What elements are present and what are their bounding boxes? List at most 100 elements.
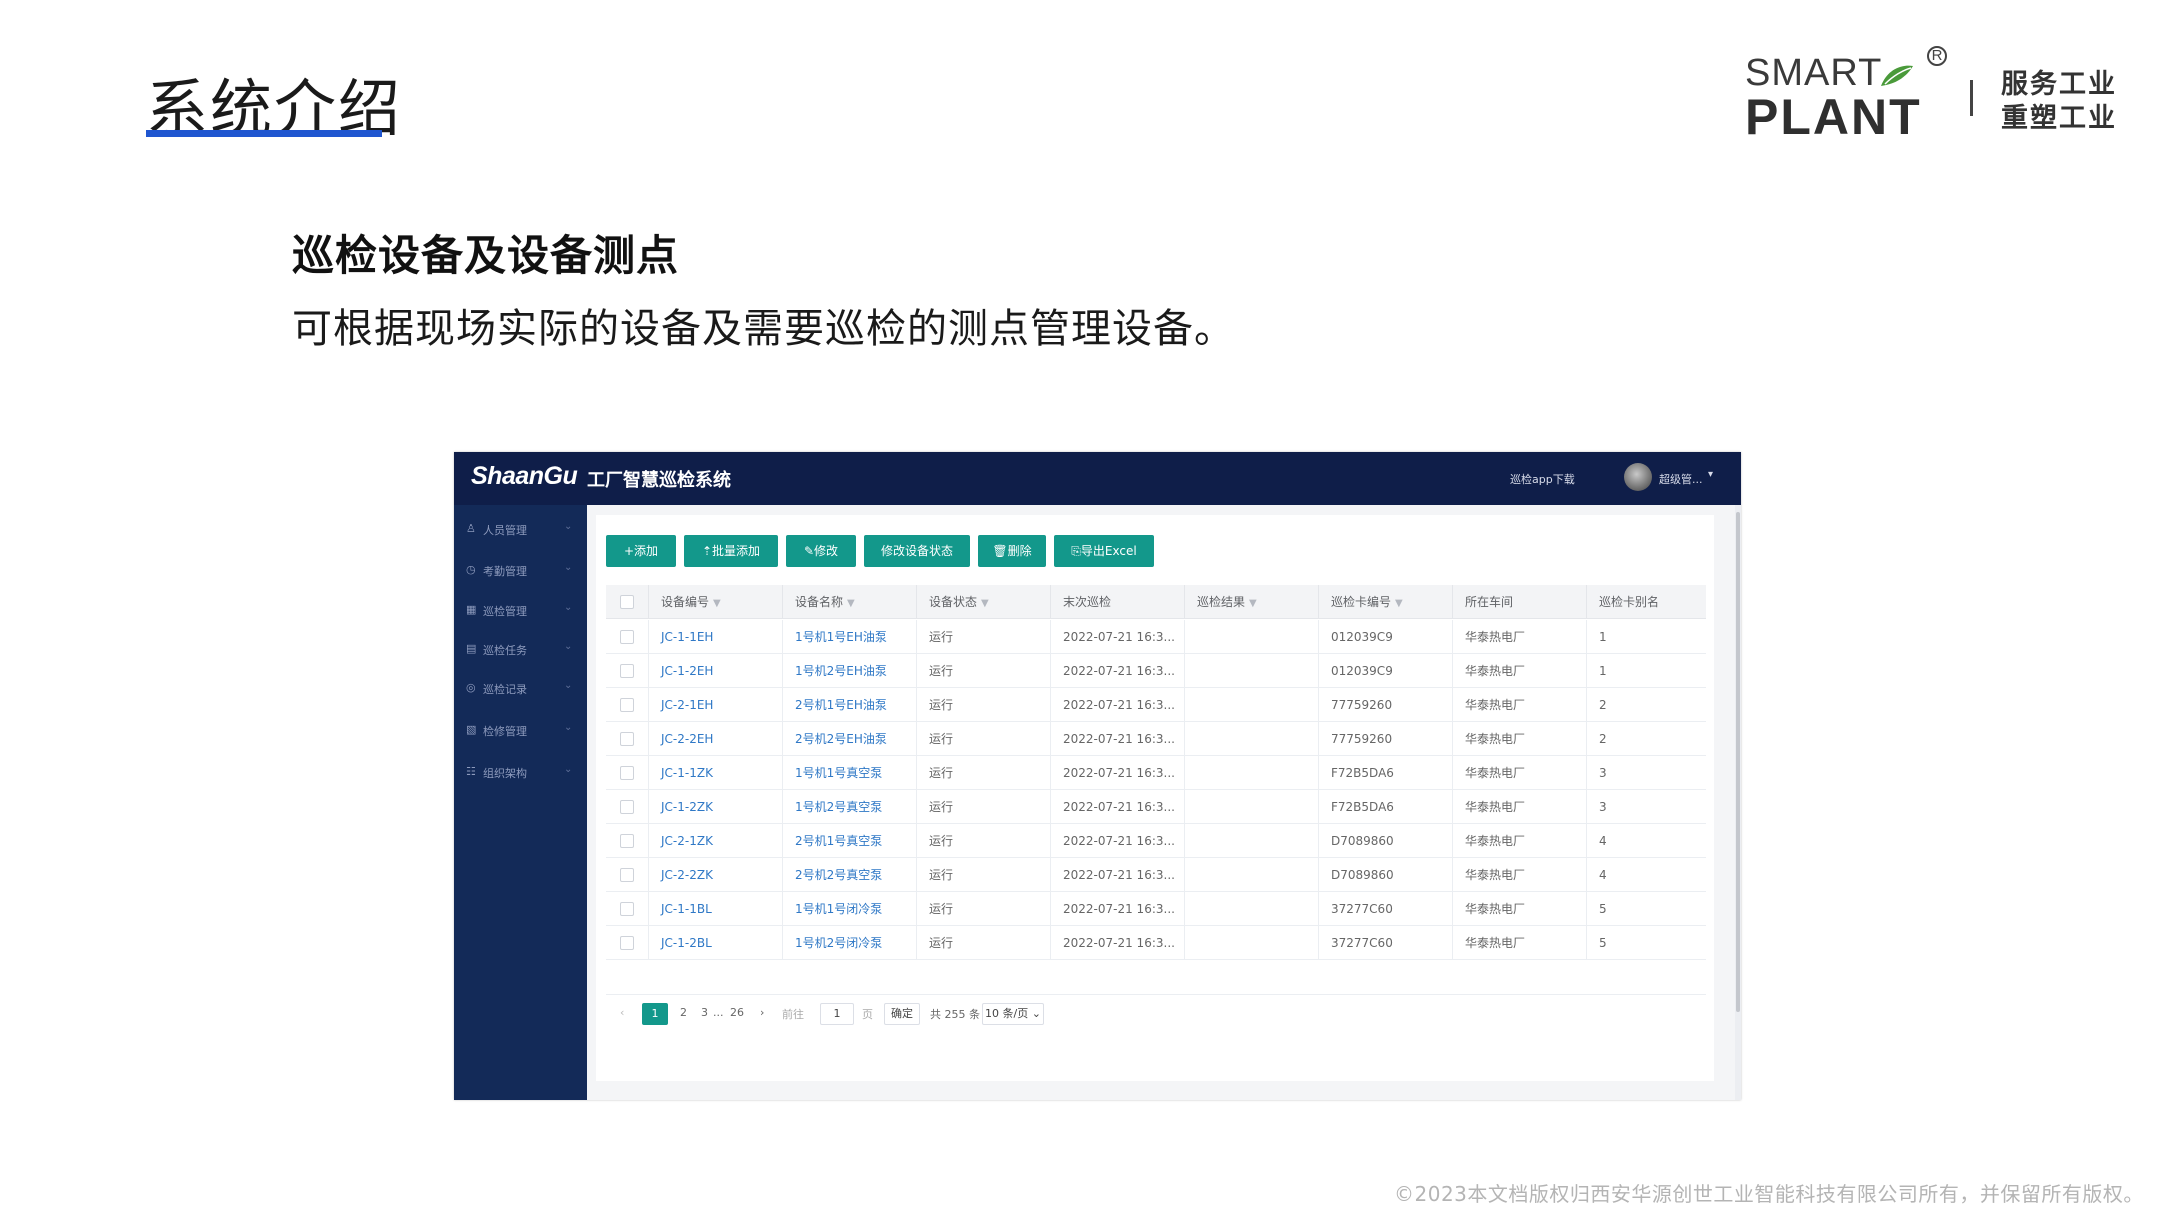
- title-underline: [146, 130, 382, 137]
- sidebar-item-personnel[interactable]: ♙ 人员管理 ⌄: [454, 513, 587, 543]
- export-excel-button[interactable]: ⎘导出Excel: [1054, 535, 1154, 567]
- add-button[interactable]: +添加: [606, 535, 676, 567]
- row-checkbox[interactable]: [620, 902, 634, 916]
- sidebar-item-inspection[interactable]: ▦ 巡检管理 ⌄: [454, 594, 587, 624]
- row-checkbox[interactable]: [620, 664, 634, 678]
- column-header-label: 设备编号: [661, 595, 710, 609]
- table-row[interactable]: JC-2-2EH 2号机2号EH油泵 运行 2022-07-21 16:3... 777…: [606, 722, 1706, 756]
- chevron-down-icon[interactable]: ▾: [1708, 469, 1713, 480]
- last-inspection-cell: 2022-07-21 16:3...: [1050, 892, 1184, 926]
- device-code-cell[interactable]: JC-1-2ZK: [648, 790, 782, 824]
- filter-icon[interactable]: ▼: [1249, 598, 1257, 609]
- device-name-cell[interactable]: 1号机2号真空泵: [782, 790, 916, 824]
- next-page-icon[interactable]: ›: [760, 1006, 764, 1019]
- sidebar-item-repair[interactable]: ▧ 检修管理 ⌄: [454, 714, 587, 744]
- device-name-cell[interactable]: 2号机2号真空泵: [782, 858, 916, 892]
- sidebar-item-attendance[interactable]: ◷ 考勤管理 ⌄: [454, 554, 587, 584]
- device-code-cell[interactable]: JC-1-2EH: [648, 654, 782, 688]
- user-name[interactable]: 超级管...: [1659, 471, 1703, 487]
- sidebar-item-records[interactable]: ◎ 巡检记录 ⌄: [454, 672, 587, 702]
- column-header[interactable]: 设备编号 ▼: [648, 585, 770, 619]
- device-name-cell[interactable]: 2号机1号真空泵: [782, 824, 916, 858]
- filter-icon[interactable]: ▼: [847, 598, 855, 609]
- page-button[interactable]: 1: [642, 1003, 668, 1025]
- brand-logo[interactable]: ShaanGu: [471, 462, 578, 491]
- row-checkbox[interactable]: [620, 936, 634, 950]
- scrollbar-thumb[interactable]: [1736, 512, 1740, 1012]
- filter-icon[interactable]: ▼: [981, 598, 989, 609]
- card-number-cell: D7089860: [1318, 858, 1452, 892]
- device-name-cell[interactable]: 1号机1号真空泵: [782, 756, 916, 790]
- column-header[interactable]: 巡检结果 ▼: [1184, 585, 1318, 619]
- row-checkbox[interactable]: [620, 834, 634, 848]
- page-ellipsis[interactable]: ...: [713, 1006, 724, 1019]
- app-header: ShaanGu 工厂智慧巡检系统 巡检app下载 超级管... ▾: [454, 452, 1741, 505]
- prev-page-icon[interactable]: ‹: [620, 1006, 624, 1019]
- device-code-cell[interactable]: JC-1-1EH: [648, 620, 782, 654]
- device-name-cell[interactable]: 1号机1号EH油泵: [782, 620, 916, 654]
- table-row[interactable]: JC-2-1ZK 2号机1号真空泵 运行 2022-07-21 16:3... D708…: [606, 824, 1706, 858]
- row-checkbox[interactable]: [620, 800, 634, 814]
- device-code-cell[interactable]: JC-1-1BL: [648, 892, 782, 926]
- app-download-link[interactable]: 巡检app下载: [1510, 471, 1575, 487]
- filter-icon[interactable]: ▼: [713, 598, 721, 609]
- table-row[interactable]: JC-1-1EH 1号机1号EH油泵 运行 2022-07-21 16:3... 012…: [606, 620, 1706, 654]
- delete-button[interactable]: 🗑删除: [978, 535, 1046, 567]
- card-number-cell: 012039C9: [1318, 654, 1452, 688]
- device-name-cell[interactable]: 1号机1号闭冷泵: [782, 892, 916, 926]
- row-checkbox[interactable]: [620, 698, 634, 712]
- page-unit-label: 页: [862, 1008, 873, 1021]
- table-row[interactable]: JC-1-2BL 1号机2号闭冷泵 运行 2022-07-21 16:3... 3727…: [606, 926, 1706, 960]
- table-row[interactable]: JC-1-2EH 1号机2号EH油泵 运行 2022-07-21 16:3... 012…: [606, 654, 1706, 688]
- confirm-button[interactable]: 确定: [884, 1003, 920, 1025]
- device-code-cell[interactable]: JC-2-2EH: [648, 722, 782, 756]
- device-name-cell[interactable]: 2号机2号EH油泵: [782, 722, 916, 756]
- device-name-cell[interactable]: 1号机2号闭冷泵: [782, 926, 916, 960]
- sidebar-item-tasks[interactable]: ▤ 巡检任务 ⌄: [454, 633, 587, 663]
- slogan-line-1: 服务工业: [2001, 69, 2117, 100]
- device-name-cell[interactable]: 2号机1号EH油泵: [782, 688, 916, 722]
- table-row[interactable]: JC-1-1ZK 1号机1号真空泵 运行 2022-07-21 16:3... F72B…: [606, 756, 1706, 790]
- row-checkbox[interactable]: [620, 868, 634, 882]
- sidebar-item-organization[interactable]: ☷ 组织架构 ⌄: [454, 756, 587, 786]
- chevron-down-icon: ⌄: [564, 521, 573, 532]
- row-checkbox[interactable]: [620, 766, 634, 780]
- table-row[interactable]: JC-2-1EH 2号机1号EH油泵 运行 2022-07-21 16:3... 777…: [606, 688, 1706, 722]
- table-row[interactable]: JC-1-2ZK 1号机2号真空泵 运行 2022-07-21 16:3... F72B…: [606, 790, 1706, 824]
- batch-add-button[interactable]: ⇡批量添加: [684, 535, 778, 567]
- user-icon: ♙: [466, 522, 476, 535]
- page-button[interactable]: 2: [680, 1006, 687, 1019]
- card-alias-cell: 4: [1586, 824, 1706, 858]
- inspection-result-cell: [1184, 824, 1318, 858]
- device-code-cell[interactable]: JC-2-2ZK: [648, 858, 782, 892]
- page-button[interactable]: 26: [730, 1006, 744, 1019]
- last-inspection-cell: 2022-07-21 16:3...: [1050, 722, 1184, 756]
- column-header[interactable]: 设备状态 ▼: [916, 585, 1038, 619]
- table-row[interactable]: JC-1-1BL 1号机1号闭冷泵 运行 2022-07-21 16:3... 3727…: [606, 892, 1706, 926]
- edit-button[interactable]: ✎修改: [786, 535, 856, 567]
- goto-page-input[interactable]: 1: [820, 1003, 854, 1025]
- column-header[interactable]: 设备名称 ▼: [782, 585, 904, 619]
- table-row[interactable]: JC-2-2ZK 2号机2号真空泵 运行 2022-07-21 16:3... D708…: [606, 858, 1706, 892]
- card-alias-cell: 2: [1586, 722, 1706, 756]
- grid-icon: ▦: [466, 603, 477, 616]
- row-checkbox[interactable]: [620, 630, 634, 644]
- chevron-down-icon: ⌄: [564, 722, 573, 733]
- page-size-select[interactable]: 10 条/页 ⌄: [982, 1003, 1044, 1025]
- column-header[interactable]: 巡检卡编号 ▼: [1318, 585, 1452, 619]
- device-name-cell[interactable]: 1号机2号EH油泵: [782, 654, 916, 688]
- logo-slogan: 服务工业 重塑工业: [2001, 68, 2117, 136]
- row-checkbox[interactable]: [620, 732, 634, 746]
- device-code-cell[interactable]: JC-1-2BL: [648, 926, 782, 960]
- column-header-label: 末次巡检: [1063, 595, 1112, 609]
- filter-icon[interactable]: ▼: [1395, 598, 1403, 609]
- device-code-cell[interactable]: JC-2-1ZK: [648, 824, 782, 858]
- device-code-cell[interactable]: JC-1-1ZK: [648, 756, 782, 790]
- change-status-button[interactable]: 修改设备状态: [864, 535, 970, 567]
- clock-icon: ◷: [466, 563, 476, 576]
- device-code-cell[interactable]: JC-2-1EH: [648, 688, 782, 722]
- page-button[interactable]: 3: [701, 1006, 708, 1019]
- avatar[interactable]: [1624, 463, 1652, 491]
- select-all-checkbox[interactable]: [620, 595, 634, 609]
- section-description: 可根据现场实际的设备及需要巡检的测点管理设备。: [292, 306, 1235, 352]
